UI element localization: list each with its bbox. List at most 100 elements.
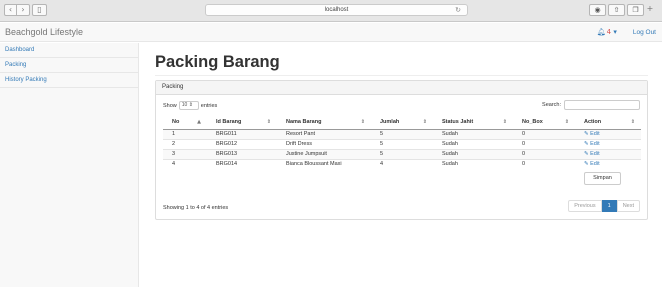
cell-no: 1 [163,128,207,139]
info-icon[interactable]: ◉ [589,4,606,16]
browser-nav: ‹ › ▯ [4,4,47,16]
cell-action: ✎ Edit [575,138,641,149]
notifications-dropdown[interactable]: 🔔︎4 ▾ [597,28,617,36]
pagination-next[interactable]: Next [616,200,640,212]
packing-table: No ▲ Id Barang ⇕ Nama Barang ⇕ Jumlah ⇕ Stat… [163,116,641,187]
edit-link[interactable]: ✎ Edit [584,131,600,137]
sort-icon: ⇕ [422,119,427,125]
cell-no-box: 0 [513,158,575,169]
column-header-no-box[interactable]: No_Box ⇕ [513,116,575,130]
sort-icon: ⇕ [266,119,271,125]
cell-status-jahit: Sudah [433,158,513,169]
column-label: Status Jahit [442,119,474,126]
sidebar-toggle-icon[interactable]: ▯ [32,4,47,16]
cell-status-jahit: Sudah [433,138,513,149]
cell-id-barang: BRG013 [207,148,277,159]
logout-link[interactable]: Log Out [633,29,656,36]
table-row: 2 BRG012 Drift Dress 5 Sudah 0 ✎ Edit [163,138,641,149]
column-header-nama-barang[interactable]: Nama Barang ⇕ [277,116,371,130]
column-header-action[interactable]: Action ⇕ [575,116,641,130]
edit-link[interactable]: ✎ Edit [584,161,600,167]
pagination: Previous 1 Next [568,200,640,212]
cell-nama-barang: Drift Dress [277,138,371,149]
table-info: Showing 1 to 4 of 4 entries [163,205,229,211]
table-row: 3 BRG013 Justine Jumpsuit 5 Sudah 0 ✎ Ed… [163,148,641,159]
sort-icon: ⇕ [630,119,635,125]
edit-label: Edit [590,131,600,137]
simpan-cell: Simpan [575,169,641,187]
column-label: No [172,119,180,126]
cell-action: ✎ Edit [575,128,641,139]
simpan-button[interactable]: Simpan [584,171,621,185]
cell-no-box: 0 [513,148,575,159]
reload-icon[interactable]: ↻ [455,5,461,15]
pagination-previous[interactable]: Previous [568,200,602,212]
column-label: No_Box [522,119,543,126]
browser-actions: ◉ ⇧ ❐ + [589,4,654,16]
cell-id-barang: BRG012 [207,138,277,149]
cell-jumlah: 5 [371,138,433,149]
page-title: Packing Barang [155,53,280,71]
column-label: Nama Barang [286,119,322,126]
sort-icon: ⇕ [360,119,365,125]
table-header-row: No ▲ Id Barang ⇕ Nama Barang ⇕ Jumlah ⇕ Stat… [163,116,641,130]
cell-nama-barang: Justine Jumpsuit [277,148,371,159]
column-header-jumlah[interactable]: Jumlah ⇕ [371,116,433,130]
entries-label: entries [200,102,218,109]
sort-asc-icon: ▲ [197,119,201,125]
app-navbar: Beachgold Lifestyle 🔔︎4 ▾ Log Out [0,23,662,42]
cell-jumlah: 5 [371,148,433,159]
cell-action: ✎ Edit [575,158,641,169]
cell-jumlah: 4 [371,158,433,169]
forward-icon[interactable]: › [17,4,30,16]
column-label: Jumlah [380,119,400,126]
cell-status-jahit: Sudah [433,128,513,139]
packing-panel: Packing Show 10 ⇕ entries Search: No ▲ Id… [155,80,648,220]
column-label: Id Barang [216,119,242,126]
browser-toolbar: ‹ › ▯ localhost ↻ ◉ ⇧ ❐ + [0,0,662,22]
title-divider [155,75,648,76]
caret-down-icon: ▾ [611,28,617,36]
sidebar-item-dashboard[interactable]: Dashboard [0,43,138,58]
column-header-id-barang[interactable]: Id Barang ⇕ [207,116,277,130]
tabs-icon[interactable]: ❐ [627,4,644,16]
column-header-no[interactable]: No ▲ [163,116,207,130]
edit-label: Edit [590,161,600,168]
cell-no: 4 [163,158,207,169]
address-bar[interactable]: localhost ↻ [205,4,468,16]
edit-link[interactable]: ✎ Edit [584,141,600,147]
show-label: Show [163,102,177,109]
navbar-right: 🔔︎4 ▾ Log Out [597,28,656,36]
pagination-page-1[interactable]: 1 [601,200,617,212]
sort-icon: ⇕ [564,119,569,125]
cell-nama-barang: Bianca Bloussant Maxi [277,158,371,169]
sidebar-item-packing[interactable]: Packing [0,58,138,73]
page-length-control: Show 10 ⇕ entries [163,101,217,110]
table-row: 4 BRG014 Bianca Bloussant Maxi 4 Sudah 0… [163,158,641,169]
column-label: Action [584,119,602,126]
table-controls: Show 10 ⇕ entries Search: [163,100,640,110]
cell-no-box: 0 [513,138,575,149]
brand-title[interactable]: Beachgold Lifestyle [5,27,83,37]
sidebar-item-history-packing[interactable]: History Packing [0,73,138,88]
table-row: 1 BRG011 Resort Pant 5 Sudah 0 ✎ Edit [163,128,641,139]
edit-label: Edit [590,151,600,157]
sidebar: Dashboard Packing History Packing [0,43,139,287]
column-header-status-jahit[interactable]: Status Jahit ⇕ [433,116,513,130]
cell-no: 2 [163,138,207,149]
cell-id-barang: BRG014 [207,158,277,169]
search-label: Search: [542,102,561,108]
new-tab-icon[interactable]: + [646,4,654,16]
bell-icon: 🔔︎ [596,28,606,36]
edit-label: Edit [590,141,600,147]
edit-link[interactable]: ✎ Edit [584,151,600,157]
back-icon[interactable]: ‹ [4,4,17,16]
search-input[interactable] [564,100,640,110]
search-control: Search: [542,100,640,110]
cell-no-box: 0 [513,128,575,139]
cell-status-jahit: Sudah [433,148,513,159]
cell-action: ✎ Edit [575,148,641,159]
share-icon[interactable]: ⇧ [608,4,625,16]
page-length-select[interactable]: 10 ⇕ [178,101,199,110]
cell-jumlah: 5 [371,128,433,139]
